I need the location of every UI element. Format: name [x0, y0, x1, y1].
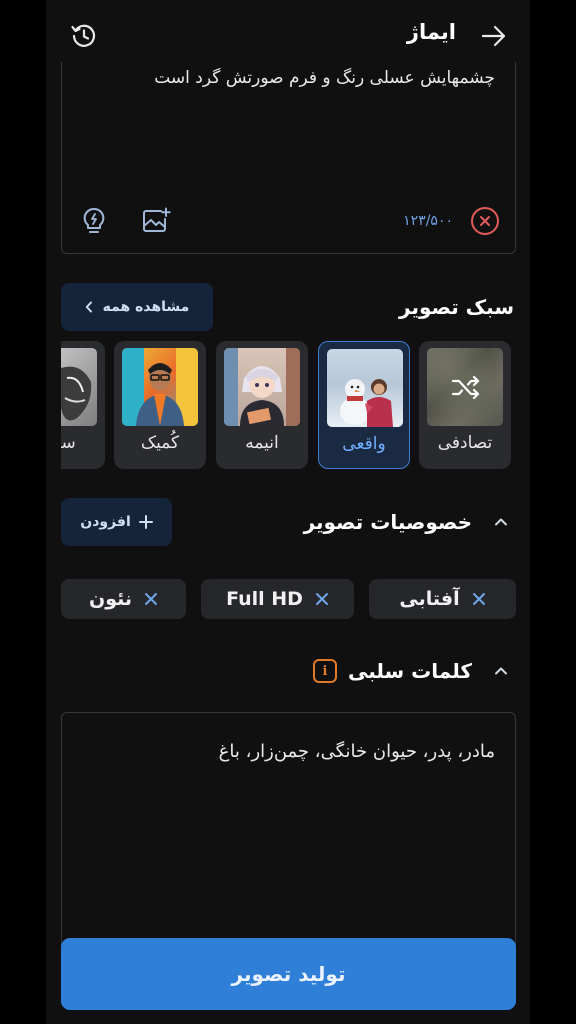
style-thumb-comic [122, 348, 198, 426]
negative-words-input[interactable]: مادر، پدر، حیوان خانگی، چمن‌زار، باغ [61, 712, 516, 952]
close-circle-icon [480, 216, 490, 226]
close-icon[interactable] [472, 592, 486, 606]
style-thumb-random [427, 348, 503, 426]
add-feature-button[interactable]: افزودن [61, 498, 172, 546]
chevron-up-icon [495, 518, 507, 526]
comic-art [122, 348, 198, 426]
style-label-random: تصادفی [437, 433, 493, 453]
features-collapse-toggle[interactable] [491, 512, 511, 532]
feature-chip-label: آفتابی [399, 588, 460, 610]
snowman-photo-art [340, 379, 393, 427]
header: ایماژ [46, 0, 530, 70]
char-counter: ۱۲۳/۵۰۰ [403, 213, 453, 229]
see-all-label: مشاهده همه [102, 299, 190, 315]
shuffle-icon [451, 375, 480, 400]
lightbulb-icon [83, 207, 105, 233]
generate-button[interactable]: تولید تصویر [61, 938, 516, 1010]
feature-chip-label: Full HD [226, 588, 303, 610]
prompt-input[interactable]: چشمهایش عسلی رنگ و فرم صورتش گرد است ۱۲۳… [61, 62, 516, 254]
prompt-text[interactable]: چشمهایش عسلی رنگ و فرم صورتش گرد است [154, 68, 495, 88]
style-carousel[interactable]: تصادفی واقعی انیمه کُمیک س [61, 341, 516, 469]
sketch-art [61, 366, 92, 421]
add-image-button[interactable] [140, 205, 172, 237]
style-card-comic[interactable]: کُمیک [114, 341, 206, 469]
style-card-bw[interactable]: سیاه [61, 341, 105, 469]
style-section-title: سبک تصویر [399, 295, 514, 319]
style-label-realistic: واقعی [342, 434, 386, 454]
chevron-up-icon [495, 667, 507, 675]
style-label-anime: انیمه [245, 433, 279, 453]
negative-collapse-toggle[interactable] [491, 661, 511, 681]
add-feature-label: افزودن [80, 514, 131, 530]
history-icon [71, 24, 96, 47]
style-card-random[interactable]: تصادفی [419, 341, 511, 469]
close-icon[interactable] [144, 592, 158, 606]
back-button[interactable] [480, 22, 508, 50]
image-plus-icon [143, 207, 171, 232]
app-title: ایماژ [406, 20, 456, 44]
chevron-left-icon [85, 301, 92, 313]
ideas-button[interactable] [78, 205, 110, 237]
feature-chip-fullhd: Full HD [201, 579, 354, 619]
style-card-realistic[interactable]: واقعی [318, 341, 410, 469]
arrow-right-icon [481, 25, 506, 47]
style-label-comic: کُمیک [140, 433, 180, 453]
history-button[interactable] [68, 20, 100, 52]
style-thumb-realistic [327, 349, 403, 427]
negative-words-text[interactable]: مادر، پدر، حیوان خانگی، چمن‌زار، باغ [219, 741, 495, 762]
screen: ایماژ چشمهایش عسلی رنگ و فرم صورتش گرد ا… [0, 0, 576, 1024]
info-icon[interactable]: i [313, 659, 337, 683]
style-thumb-bw [61, 348, 97, 426]
clear-button[interactable] [471, 207, 499, 235]
features-section-title: خصوصیات تصویر [303, 510, 472, 534]
style-label-bw: سیاه [61, 433, 76, 453]
feature-chip-neon: نئون [61, 579, 186, 619]
feature-chip-sunny: آفتابی [369, 579, 516, 619]
anime-art [224, 348, 300, 426]
feature-chip-label: نئون [88, 588, 133, 610]
close-icon[interactable] [315, 592, 329, 606]
style-thumb-anime [224, 348, 300, 426]
see-all-button[interactable]: مشاهده همه [61, 283, 213, 331]
negative-section-title: کلمات سلبی [347, 659, 472, 683]
style-card-anime[interactable]: انیمه [216, 341, 308, 469]
plus-icon [138, 515, 153, 529]
prompt-toolbar: ۱۲۳/۵۰۰ [62, 205, 515, 239]
